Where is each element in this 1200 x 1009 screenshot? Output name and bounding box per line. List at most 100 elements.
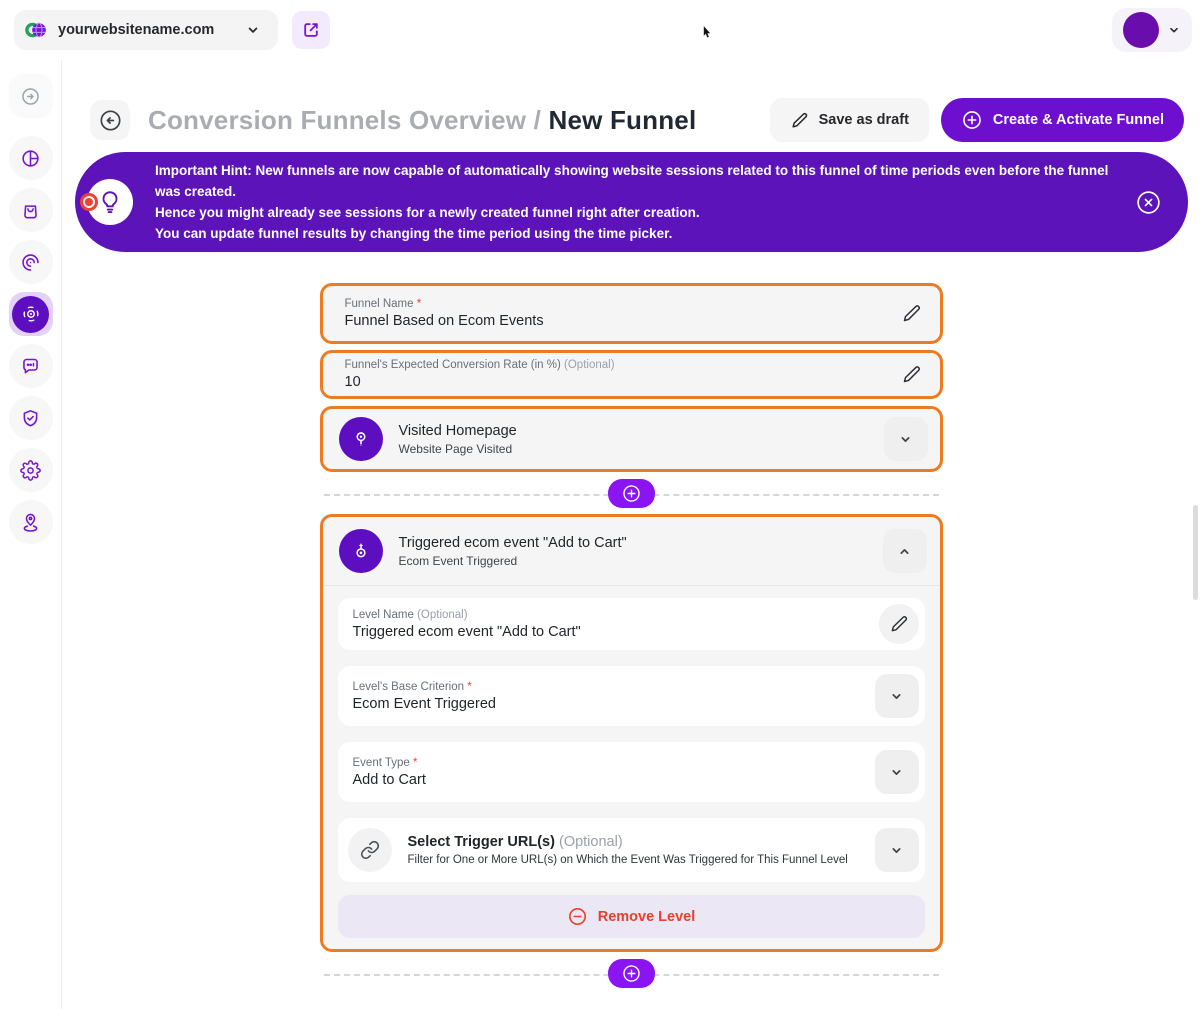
sidebar-item-feedback[interactable]: [9, 344, 53, 388]
level-2-header[interactable]: Triggered ecom event "Add to Cart" Ecom …: [323, 517, 940, 585]
level-name-value[interactable]: Triggered ecom event "Add to Cart": [353, 624, 879, 640]
chat-feedback-icon: [20, 356, 41, 377]
level-1-title: Visited Homepage: [399, 423, 517, 439]
sidebar: [0, 60, 62, 1009]
sidebar-item-settings[interactable]: [9, 448, 53, 492]
page-header: Conversion Funnels Overview / New Funnel…: [90, 98, 1184, 142]
mouse-cursor-artifact: [703, 26, 711, 39]
event-type-dropdown-button[interactable]: [875, 750, 919, 794]
add-level-button[interactable]: [608, 479, 655, 508]
link-icon: [348, 828, 392, 872]
hint-text: Important Hint: New funnels are now capa…: [155, 160, 1135, 244]
trigger-urls-dropdown-button[interactable]: [875, 828, 919, 872]
breadcrumb[interactable]: Conversion Funnels Overview: [148, 105, 526, 135]
chevron-down-icon: [887, 687, 906, 706]
page-title: Conversion Funnels Overview / New Funnel: [148, 105, 696, 136]
map-pin-icon: [339, 417, 383, 461]
avatar: [1123, 12, 1159, 48]
chevron-down-icon: [244, 21, 262, 39]
conversion-rate-label: Funnel's Expected Conversion Rate (in %)…: [345, 359, 901, 371]
shield-check-icon: [20, 408, 41, 429]
sidebar-item-sessions[interactable]: [9, 240, 53, 284]
hint-line-1: Important Hint: New funnels are now capa…: [155, 160, 1135, 202]
main-content: Conversion Funnels Overview / New Funnel…: [62, 60, 1200, 1009]
funnel-form: Funnel Name * Funnel Based on Ecom Event…: [320, 283, 943, 988]
base-criterion-field[interactable]: Level's Base Criterion * Ecom Event Trig…: [338, 666, 925, 726]
user-menu[interactable]: [1112, 8, 1192, 52]
conversion-rate-field[interactable]: Funnel's Expected Conversion Rate (in %)…: [320, 350, 943, 399]
external-link-icon: [301, 20, 321, 40]
base-criterion-label: Level's Base Criterion *: [353, 681, 875, 693]
required-asterisk: *: [417, 298, 421, 310]
sidebar-item-funnels[interactable]: [9, 292, 53, 336]
hint-close-button[interactable]: [1135, 189, 1162, 216]
sidebar-item-locations[interactable]: [9, 500, 53, 544]
collapse-arrow-icon: [20, 86, 41, 107]
funnel-level-2-card: Triggered ecom event "Add to Cart" Ecom …: [320, 514, 943, 952]
event-type-field[interactable]: Event Type * Add to Cart: [338, 742, 925, 802]
funnel-name-label: Funnel Name *: [345, 298, 901, 310]
chevron-up-icon: [895, 542, 914, 561]
sidebar-item-collapse[interactable]: [9, 74, 53, 118]
conversion-rate-value[interactable]: 10: [345, 374, 901, 390]
open-website-button[interactable]: [292, 11, 330, 49]
shopping-bag-icon: [20, 200, 41, 221]
sidebar-item-dashboard[interactable]: [9, 136, 53, 180]
save-as-draft-button[interactable]: Save as draft: [770, 98, 929, 142]
pencil-icon[interactable]: [901, 364, 922, 385]
chevron-down-icon: [887, 841, 906, 860]
base-criterion-value: Ecom Event Triggered: [353, 696, 875, 712]
pie-chart-icon: [20, 148, 41, 169]
optional-tag: (Optional): [417, 609, 468, 621]
create-activate-funnel-label: Create & Activate Funnel: [993, 112, 1164, 128]
globe-icon: [24, 18, 48, 42]
trigger-urls-field[interactable]: Select Trigger URL(s) (Optional) Filter …: [338, 818, 925, 882]
funnel-target-icon: [12, 296, 49, 333]
chevron-down-icon: [896, 430, 915, 449]
level-1-subtitle: Website Page Visited: [399, 442, 517, 456]
chevron-down-icon: [887, 763, 906, 782]
level-name-field[interactable]: Level Name (Optional) Triggered ecom eve…: [338, 598, 925, 650]
required-asterisk: *: [413, 757, 417, 769]
hint-line-3: You can update funnel results by changin…: [155, 223, 1135, 244]
pencil-icon[interactable]: [901, 303, 922, 324]
website-name: yourwebsitename.com: [58, 22, 214, 38]
add-level-button-bottom[interactable]: [608, 959, 655, 988]
close-circle-icon: [1135, 189, 1162, 216]
create-activate-funnel-button[interactable]: Create & Activate Funnel: [941, 98, 1184, 142]
funnel-level-1-card[interactable]: Visited Homepage Website Page Visited: [320, 406, 943, 472]
remove-level-label: Remove Level: [598, 909, 696, 925]
topbar: yourwebsitename.com: [0, 0, 1200, 60]
back-button[interactable]: [90, 100, 130, 140]
event-type-label: Event Type *: [353, 757, 875, 769]
plus-circle-icon: [961, 109, 983, 131]
record-indicator-icon: [80, 193, 98, 211]
pencil-icon: [790, 111, 809, 130]
base-criterion-dropdown-button[interactable]: [875, 674, 919, 718]
level-connector: [320, 959, 943, 988]
trigger-urls-label: Select Trigger URL(s) (Optional): [408, 834, 875, 850]
funnel-name-field[interactable]: Funnel Name * Funnel Based on Ecom Event…: [320, 283, 943, 344]
back-arrow-icon: [98, 108, 123, 133]
hint-line-2: Hence you might already see sessions for…: [155, 202, 1135, 223]
optional-tag: (Optional): [564, 359, 615, 371]
remove-level-button[interactable]: Remove Level: [338, 895, 925, 938]
plus-circle-icon: [621, 963, 642, 984]
level-1-expand-button[interactable]: [884, 417, 928, 461]
event-type-value: Add to Cart: [353, 772, 875, 788]
chevron-down-icon: [1166, 22, 1182, 38]
funnel-name-value[interactable]: Funnel Based on Ecom Events: [345, 313, 901, 329]
gear-icon: [20, 460, 41, 481]
scrollbar-thumb[interactable]: [1193, 505, 1198, 600]
website-selector[interactable]: yourwebsitename.com: [14, 10, 278, 50]
sidebar-item-privacy[interactable]: [9, 396, 53, 440]
trigger-urls-subtitle: Filter for One or More URL(s) on Which t…: [408, 854, 875, 866]
hint-banner: Important Hint: New funnels are now capa…: [75, 152, 1188, 252]
level-2-subtitle: Ecom Event Triggered: [399, 554, 627, 568]
spiral-icon: [20, 252, 41, 273]
sidebar-item-ecommerce[interactable]: [9, 188, 53, 232]
level-2-collapse-button[interactable]: [883, 529, 927, 573]
breadcrumb-separator: /: [526, 105, 548, 135]
level-connector: [320, 479, 943, 508]
pencil-icon[interactable]: [879, 604, 919, 644]
